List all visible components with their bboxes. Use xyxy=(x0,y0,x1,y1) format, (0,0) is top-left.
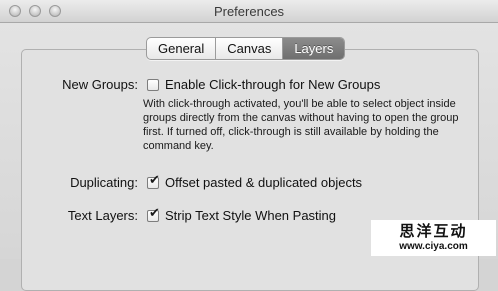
new-groups-label: New Groups: xyxy=(62,77,138,92)
checkmark-icon: ✔ xyxy=(149,173,160,188)
new-groups-option-label[interactable]: Enable Click-through for New Groups xyxy=(165,77,380,92)
new-groups-checkbox[interactable] xyxy=(147,79,159,91)
tab-general[interactable]: General xyxy=(147,38,217,59)
watermark: 思洋互动 www.ciya.com xyxy=(371,220,496,256)
tab-canvas[interactable]: Canvas xyxy=(216,38,284,59)
duplicating-checkbox[interactable]: ✔ xyxy=(147,173,160,189)
text-layers-label: Text Layers: xyxy=(67,208,138,223)
tab-bar: General Canvas Layers xyxy=(146,37,346,60)
duplicating-label: Duplicating: xyxy=(70,175,138,190)
duplicating-option-label[interactable]: Offset pasted & duplicated objects xyxy=(165,175,362,190)
text-layers-checkbox[interactable]: ✔ xyxy=(147,206,160,222)
watermark-title: 思洋互动 xyxy=(399,222,468,240)
title-bar: Preferences xyxy=(0,0,498,23)
checkmark-icon: ✔ xyxy=(149,206,160,221)
new-groups-description: With click-through activated, you'll be … xyxy=(143,98,459,152)
window-title: Preferences xyxy=(213,4,285,19)
tab-layers[interactable]: Layers xyxy=(283,38,345,59)
text-layers-option-label[interactable]: Strip Text Style When Pasting xyxy=(165,208,336,223)
watermark-url: www.ciya.com xyxy=(399,241,468,252)
